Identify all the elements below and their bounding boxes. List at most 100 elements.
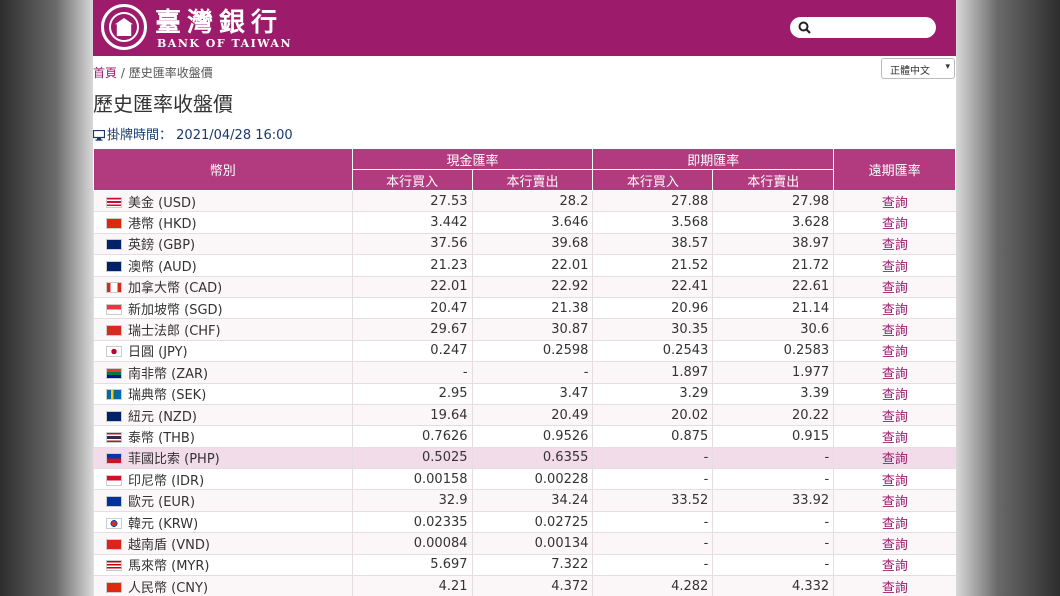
flag-ch-icon [106,325,122,337]
currency-cell: 美金 (USD) [93,190,353,213]
monitor-icon [93,129,106,141]
search-icon[interactable] [798,21,811,34]
table-row: 加拿大幣 (CAD) 22.01 22.92 22.41 22.61 查詢 [93,276,956,298]
currency-name: 越南盾 (VND) [128,537,210,553]
currency-name: 人民幣 (CNY) [128,580,209,596]
forward-query-link[interactable]: 查詢 [833,489,956,512]
forward-query-link[interactable]: 查詢 [833,511,956,534]
forward-query-link[interactable]: 查詢 [833,211,956,234]
table-row: 歐元 (EUR) 32.9 34.24 33.52 33.92 查詢 [93,489,956,512]
flag-sg-icon [106,303,122,315]
cash-buy-cell: 0.02335 [351,511,473,534]
spot-buy-cell: - [592,532,713,555]
bank-logo-icon[interactable] [101,4,147,50]
table-row: 南非幣 (ZAR) - -1.897 1.977 查詢 [93,361,956,384]
header-cash-rate: 現金匯率 [351,148,594,170]
forward-query-link[interactable]: 查詢 [833,447,956,470]
flag-jp-icon [106,346,122,358]
table-row: 澳幣 (AUD) 21.23 22.01 21.52 21.72 查詢 [93,254,956,277]
forward-query-link[interactable]: 查詢 [833,383,956,405]
page-title: 歷史匯率收盤價 [93,92,233,116]
currency-name: 韓元 (KRW) [128,516,199,532]
spot-buy-cell: - [592,554,713,577]
flag-cn-icon [106,581,122,593]
cash-sell-cell: 34.24 [471,489,593,512]
currency-name: 菲國比索 (PHP) [128,452,220,468]
cash-sell-cell: 22.92 [471,276,593,298]
header-currency: 幣別 [93,148,353,191]
forward-query-link[interactable]: 查詢 [833,468,956,491]
currency-cell: 港幣 (HKD) [93,211,353,234]
cash-buy-cell: 5.697 [351,554,473,577]
cash-sell-cell: 22.01 [471,254,593,277]
forward-query-link[interactable]: 查詢 [833,340,956,363]
currency-cell: 印尼幣 (IDR) [93,468,353,491]
spot-buy-cell: - [592,468,713,491]
spot-buy-cell: - [592,511,713,534]
forward-query-link[interactable]: 查詢 [833,404,956,427]
currency-cell: 泰幣 (THB) [93,425,353,448]
breadcrumb-home-link[interactable]: 首頁 [93,66,117,80]
cash-buy-cell: 0.00158 [351,468,473,491]
currency-cell: 加拿大幣 (CAD) [93,276,353,298]
cash-buy-cell: 29.67 [351,318,473,341]
cash-buy-cell: 0.5025 [351,447,473,470]
header-spot-sell: 本行賣出 [712,169,835,191]
spot-sell-cell: 21.72 [712,254,834,277]
cash-sell-cell: 4.372 [471,575,593,596]
background-left [0,0,93,596]
spot-sell-cell: 30.6 [712,318,834,341]
forward-query-link[interactable]: 查詢 [833,254,956,277]
spot-buy-cell: 3.568 [592,211,713,234]
currency-name: 印尼幣 (IDR) [128,473,205,489]
spot-buy-cell: - [592,447,713,470]
spot-sell-cell: 4.332 [712,575,834,596]
cash-sell-cell: 0.2598 [471,340,593,363]
currency-cell: 馬來幣 (MYR) [93,554,353,577]
cash-sell-cell: 7.322 [471,554,593,577]
table-row: 越南盾 (VND) 0.00084 0.00134- - 查詢 [93,532,956,555]
cash-sell-cell: 0.02725 [471,511,593,534]
spot-buy-cell: 20.96 [592,297,713,320]
forward-query-link[interactable]: 查詢 [833,532,956,555]
spot-buy-cell: 0.875 [592,425,713,448]
breadcrumb-current: 歷史匯率收盤價 [128,66,213,80]
forward-query-link[interactable]: 查詢 [833,554,956,577]
language-select[interactable]: 正體中文 ▾ [881,58,955,79]
flag-eu-icon [106,496,122,508]
currency-cell: 紐元 (NZD) [93,404,353,427]
currency-name: 澳幣 (AUD) [128,259,197,275]
forward-query-link[interactable]: 查詢 [833,297,956,320]
cash-buy-cell: 32.9 [351,489,473,512]
currency-cell: 歐元 (EUR) [93,489,353,512]
logo-chinese-text: 臺灣銀行 [155,8,284,38]
forward-query-link[interactable]: 查詢 [833,575,956,596]
forward-query-link[interactable]: 查詢 [833,361,956,384]
table-row: 菲國比索 (PHP) 0.5025 0.6355- - 查詢 [93,447,956,470]
cash-buy-cell: 0.7626 [351,425,473,448]
forward-query-link[interactable]: 查詢 [833,318,956,341]
cash-buy-cell: 4.21 [351,575,473,596]
currency-name: 歐元 (EUR) [128,495,196,511]
cash-sell-cell: 0.9526 [471,425,593,448]
spot-sell-cell: - [712,554,834,577]
breadcrumb: 首頁 / 歷史匯率收盤價 [93,66,213,80]
currency-cell: 澳幣 (AUD) [93,254,353,277]
table-row: 日圓 (JPY) 0.247 0.2598 0.2543 0.2583 查詢 [93,340,956,363]
spot-sell-cell: - [712,468,834,491]
flag-th-icon [106,431,122,443]
currency-cell: 新加坡幣 (SGD) [93,297,353,320]
table-row: 韓元 (KRW) 0.02335 0.02725- - 查詢 [93,511,956,534]
forward-query-link[interactable]: 查詢 [833,233,956,256]
forward-query-link[interactable]: 查詢 [833,276,956,298]
header-forward-rate: 遠期匯率 [833,148,956,191]
search-input[interactable] [790,17,936,38]
spot-sell-cell: 27.98 [712,190,834,213]
cash-sell-cell: 3.646 [471,211,593,234]
spot-buy-cell: 3.29 [592,383,713,405]
spot-buy-cell: 20.02 [592,404,713,427]
header-cash-sell: 本行賣出 [471,169,594,191]
forward-query-link[interactable]: 查詢 [833,425,956,448]
spot-buy-cell: 0.2543 [592,340,713,363]
forward-query-link[interactable]: 查詢 [833,190,956,213]
